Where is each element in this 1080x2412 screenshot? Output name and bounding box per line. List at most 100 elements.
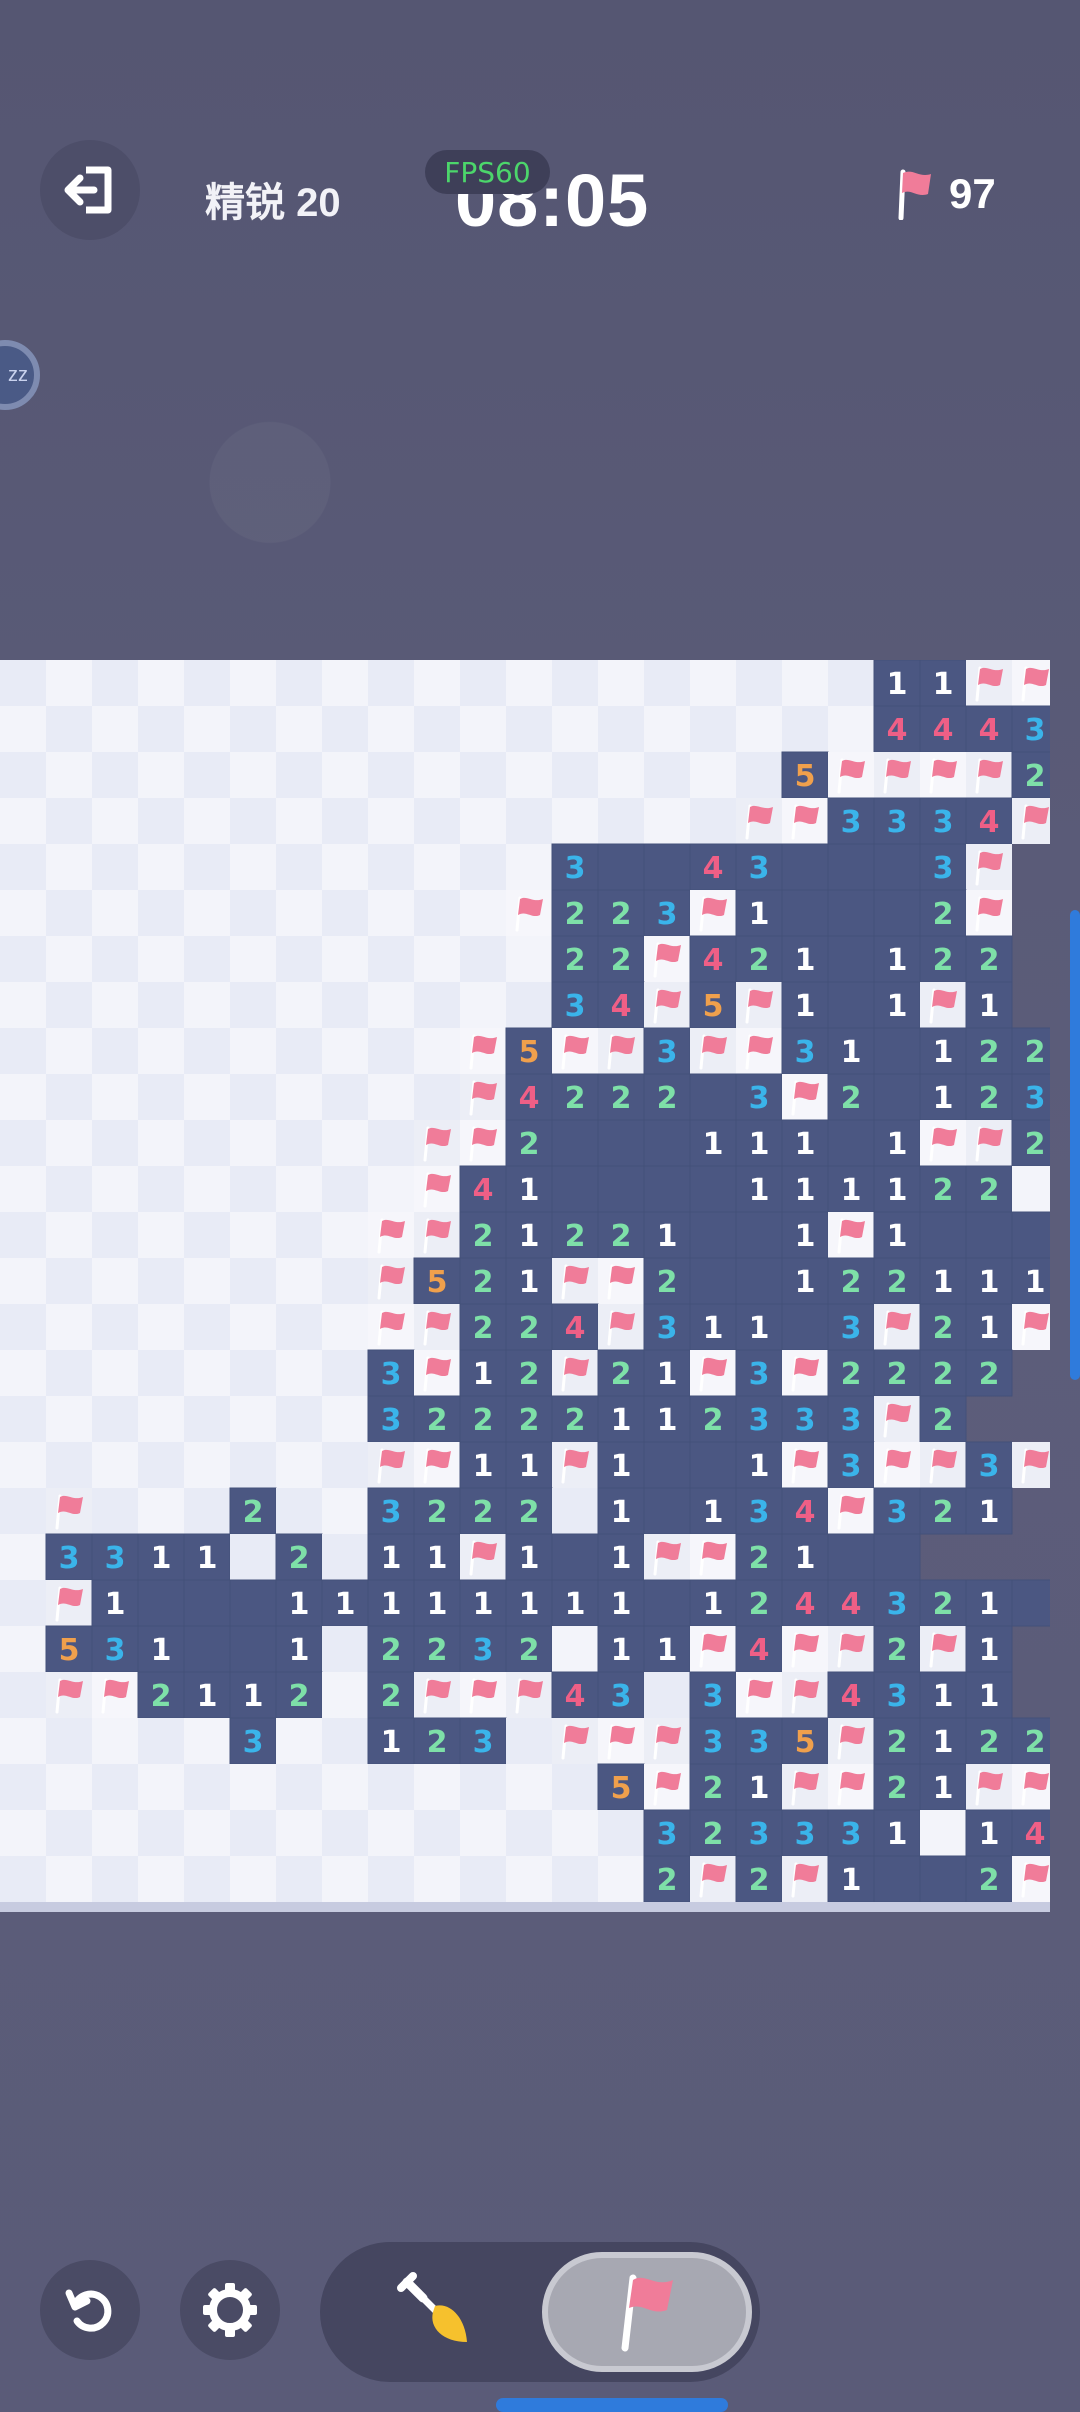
board-cell[interactable] xyxy=(506,752,552,798)
board-cell[interactable] xyxy=(322,1488,368,1534)
board-cell[interactable] xyxy=(276,1810,322,1856)
board-cell[interactable] xyxy=(781,1303,829,1351)
board-cell[interactable] xyxy=(0,1856,46,1902)
board-cell[interactable] xyxy=(138,844,184,890)
board-cell[interactable] xyxy=(46,798,92,844)
board-cell[interactable] xyxy=(138,752,184,798)
board-cell[interactable] xyxy=(276,890,322,936)
board-cell[interactable] xyxy=(828,660,874,706)
board-cell[interactable] xyxy=(46,1120,92,1166)
board-cell[interactable] xyxy=(414,1810,460,1856)
board-cell[interactable] xyxy=(184,1764,230,1810)
board-cell[interactable] xyxy=(597,843,645,891)
board-cell[interactable] xyxy=(644,660,690,706)
board-cell[interactable] xyxy=(368,1074,414,1120)
board-cell[interactable] xyxy=(873,1855,921,1903)
board-cell[interactable] xyxy=(230,1074,276,1120)
board-cell[interactable] xyxy=(184,1350,230,1396)
board-cell[interactable] xyxy=(506,1856,552,1902)
board-cell[interactable] xyxy=(230,1258,276,1304)
board-cell[interactable] xyxy=(276,936,322,982)
board-cell[interactable] xyxy=(689,1257,737,1305)
board-cell[interactable] xyxy=(322,1810,368,1856)
board-cell[interactable] xyxy=(368,660,414,706)
board-cell[interactable] xyxy=(184,890,230,936)
exit-button[interactable] xyxy=(40,140,140,240)
board-cell[interactable] xyxy=(322,1258,368,1304)
board-cell[interactable] xyxy=(46,1028,92,1074)
board-cell[interactable] xyxy=(138,890,184,936)
board-cell[interactable] xyxy=(92,1258,138,1304)
board-cell[interactable] xyxy=(92,1120,138,1166)
board-cell[interactable] xyxy=(230,982,276,1028)
board-cell[interactable] xyxy=(690,706,736,752)
board-cell[interactable] xyxy=(46,936,92,982)
board-cell[interactable] xyxy=(230,1304,276,1350)
board-cell[interactable] xyxy=(460,982,506,1028)
board-cell[interactable] xyxy=(46,890,92,936)
board-cell[interactable] xyxy=(644,752,690,798)
board-cell[interactable] xyxy=(460,1810,506,1856)
board-cell[interactable] xyxy=(597,1165,645,1213)
board-cell[interactable] xyxy=(368,844,414,890)
board-cell[interactable] xyxy=(322,706,368,752)
board-cell[interactable] xyxy=(0,1718,46,1764)
board-cell[interactable] xyxy=(368,890,414,936)
board-cell[interactable] xyxy=(138,982,184,1028)
board-cell[interactable] xyxy=(0,982,46,1028)
board-cell[interactable] xyxy=(184,1488,230,1534)
board-cell[interactable] xyxy=(276,1028,322,1074)
board-cell[interactable] xyxy=(827,935,875,983)
board-cell[interactable] xyxy=(46,752,92,798)
board-cell[interactable] xyxy=(276,1120,322,1166)
board-cell[interactable] xyxy=(736,752,782,798)
board-cell[interactable] xyxy=(183,1625,231,1673)
board-cell[interactable] xyxy=(46,1396,92,1442)
board-cell[interactable] xyxy=(644,706,690,752)
board-cell[interactable] xyxy=(368,982,414,1028)
board-cell[interactable] xyxy=(230,752,276,798)
board-cell[interactable] xyxy=(460,890,506,936)
board-cell[interactable] xyxy=(873,1073,921,1121)
board-cell[interactable] xyxy=(368,706,414,752)
board-cell[interactable] xyxy=(643,1165,691,1213)
board-cell[interactable] xyxy=(0,1212,46,1258)
board-cell[interactable] xyxy=(184,706,230,752)
board-cell[interactable] xyxy=(0,752,46,798)
board-cell[interactable] xyxy=(735,1257,783,1305)
board-cell[interactable] xyxy=(552,798,598,844)
board-cell[interactable] xyxy=(138,936,184,982)
board-cell[interactable] xyxy=(827,889,875,937)
board-cell[interactable] xyxy=(827,1533,875,1581)
board-cell[interactable] xyxy=(46,1350,92,1396)
board-cell[interactable] xyxy=(552,1626,598,1672)
board-cell[interactable] xyxy=(322,1718,368,1764)
board-cell[interactable] xyxy=(781,843,829,891)
board-cell[interactable] xyxy=(828,706,874,752)
board-cell[interactable] xyxy=(276,844,322,890)
board-cell[interactable] xyxy=(46,1212,92,1258)
board-cell[interactable] xyxy=(414,982,460,1028)
board-cell[interactable] xyxy=(322,982,368,1028)
board-cell[interactable] xyxy=(368,798,414,844)
board-cell[interactable] xyxy=(276,706,322,752)
board-cell[interactable] xyxy=(782,706,828,752)
board-cell[interactable] xyxy=(138,660,184,706)
board-cell[interactable] xyxy=(92,1488,138,1534)
board-cell[interactable] xyxy=(322,1166,368,1212)
board-cell[interactable] xyxy=(92,706,138,752)
board-cell[interactable] xyxy=(46,1764,92,1810)
board-cell[interactable] xyxy=(184,844,230,890)
board-cell[interactable] xyxy=(184,1396,230,1442)
board-cell[interactable] xyxy=(92,660,138,706)
board-cell[interactable] xyxy=(1011,1579,1050,1627)
board-cell[interactable] xyxy=(184,1442,230,1488)
board-cell[interactable] xyxy=(0,1120,46,1166)
board-cell[interactable] xyxy=(184,752,230,798)
board-cell[interactable] xyxy=(230,1810,276,1856)
board-cell[interactable] xyxy=(689,1441,737,1489)
board-cell[interactable] xyxy=(414,890,460,936)
minesweeper-board[interactable]: 1144435233343433223122242112234511153311… xyxy=(0,660,1050,1920)
board-cell[interactable] xyxy=(322,1396,368,1442)
board-cell[interactable] xyxy=(690,752,736,798)
